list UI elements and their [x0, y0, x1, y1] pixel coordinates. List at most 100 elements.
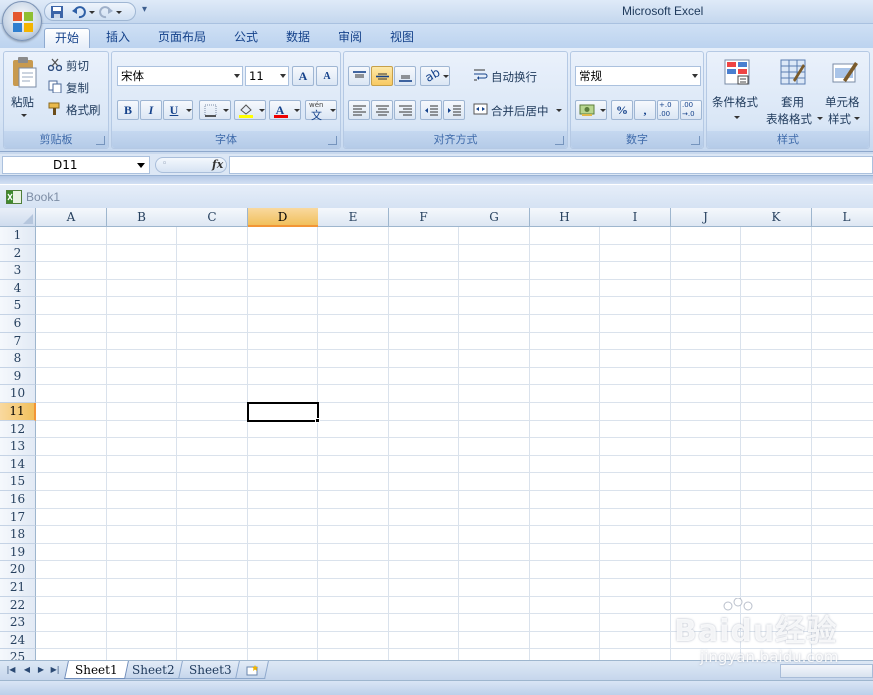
underline-button[interactable]: U [163, 100, 193, 120]
wrap-text-button[interactable]: 自动换行 [491, 69, 537, 85]
cell-styles-dropdown-icon[interactable] [854, 117, 860, 120]
sheet-tab-1[interactable]: Sheet1 [64, 661, 129, 679]
alignment-launcher-icon[interactable] [555, 136, 564, 145]
fill-color-button[interactable] [234, 100, 266, 120]
column-header[interactable]: J [670, 208, 742, 227]
bold-button[interactable]: B [117, 100, 139, 120]
column-header[interactable]: H [529, 208, 601, 227]
row-header[interactable]: 23 [0, 614, 36, 632]
column-header[interactable]: A [36, 208, 107, 227]
row-header[interactable]: 8 [0, 350, 36, 368]
select-all-button[interactable] [0, 208, 36, 227]
paste-icon[interactable] [10, 56, 38, 88]
redo-dropdown-icon[interactable] [116, 11, 122, 14]
row-header[interactable]: 11 [0, 403, 36, 421]
row-header[interactable]: 17 [0, 508, 36, 527]
row-header[interactable]: 21 [0, 579, 36, 597]
prev-sheet-icon[interactable]: ◀ [22, 664, 32, 676]
next-sheet-icon[interactable]: ▶ [36, 664, 46, 676]
format-as-table-dropdown-icon[interactable] [817, 117, 823, 120]
tab-insert[interactable]: 插入 [98, 28, 138, 48]
column-header[interactable]: G [459, 208, 530, 227]
name-box[interactable]: D11 [2, 156, 150, 174]
font-name-combo[interactable]: 宋体 [117, 66, 243, 86]
column-header[interactable]: C [177, 208, 248, 227]
column-header[interactable]: D [247, 208, 319, 227]
accounting-format-button[interactable] [575, 100, 607, 120]
row-header[interactable]: 15 [0, 473, 36, 491]
increase-indent-button[interactable] [443, 100, 465, 120]
row-header[interactable]: 9 [0, 367, 36, 386]
align-middle-button[interactable] [371, 66, 393, 86]
conditional-formatting-button[interactable]: 条件格式 [712, 94, 758, 110]
merge-center-dropdown-icon[interactable] [556, 109, 562, 112]
formula-bar-grip-icon[interactable]: ◦ [162, 159, 167, 169]
row-header[interactable]: 10 [0, 385, 36, 403]
tab-data[interactable]: 数据 [278, 28, 318, 48]
undo-dropdown-icon[interactable] [89, 11, 95, 14]
align-top-button[interactable] [348, 66, 370, 86]
tab-page-layout[interactable]: 页面布局 [150, 28, 214, 48]
column-header[interactable]: I [600, 208, 671, 227]
percent-button[interactable]: % [611, 100, 633, 120]
font-color-button[interactable]: A [269, 100, 301, 120]
row-header[interactable]: 13 [0, 438, 36, 456]
cut-button[interactable]: 剪切 [66, 58, 89, 74]
increase-decimal-button[interactable]: +.0 .00 [657, 100, 679, 120]
row-header[interactable]: 19 [0, 543, 36, 562]
row-header[interactable]: 14 [0, 455, 36, 474]
paste-button[interactable]: 粘贴 [11, 94, 34, 110]
comma-button[interactable]: , [634, 100, 656, 120]
office-button[interactable] [2, 1, 42, 41]
row-header[interactable]: 12 [0, 420, 36, 439]
first-sheet-icon[interactable]: |◀ [6, 664, 16, 676]
orientation-button[interactable]: ab [420, 65, 450, 86]
row-header[interactable]: 1 [0, 227, 36, 245]
row-header[interactable]: 7 [0, 332, 36, 351]
tab-home[interactable]: 开始 [44, 28, 90, 48]
italic-button[interactable]: I [140, 100, 162, 120]
column-header[interactable]: E [318, 208, 389, 227]
row-header[interactable]: 5 [0, 297, 36, 315]
column-header[interactable]: L [811, 208, 873, 227]
row-header[interactable]: 18 [0, 526, 36, 544]
last-sheet-icon[interactable]: ▶| [50, 664, 60, 676]
column-header[interactable]: K [741, 208, 812, 227]
tab-view[interactable]: 视图 [382, 28, 422, 48]
sheet-tab-2[interactable]: Sheet2 [121, 661, 186, 679]
formula-input[interactable] [229, 156, 873, 174]
font-size-combo[interactable]: 11 [245, 66, 289, 86]
font-launcher-icon[interactable] [328, 136, 337, 145]
align-left-button[interactable] [348, 100, 370, 120]
row-header[interactable]: 25 [0, 649, 36, 660]
column-header[interactable]: B [106, 208, 178, 227]
row-header[interactable]: 22 [0, 596, 36, 615]
customize-qat-icon[interactable]: ▾ [142, 4, 147, 15]
align-bottom-button[interactable] [394, 66, 416, 86]
conditional-dropdown-icon[interactable] [734, 116, 740, 119]
column-header[interactable]: F [388, 208, 460, 227]
borders-button[interactable] [199, 100, 231, 120]
undo-icon[interactable] [71, 4, 87, 20]
format-as-table-line1[interactable]: 套用 [781, 94, 804, 110]
decrease-decimal-button[interactable]: .00 →.0 [680, 100, 702, 120]
cell-styles-line1[interactable]: 单元格 [825, 94, 860, 110]
insert-sheet-tab[interactable] [235, 661, 269, 679]
number-format-combo[interactable]: 常规 [575, 66, 701, 86]
paste-dropdown-icon[interactable] [21, 114, 27, 117]
row-header[interactable]: 24 [0, 631, 36, 650]
sheet-tab-3[interactable]: Sheet3 [178, 661, 243, 679]
row-header[interactable]: 4 [0, 279, 36, 298]
tab-review[interactable]: 审阅 [330, 28, 370, 48]
align-center-button[interactable] [371, 100, 393, 120]
merge-center-button[interactable]: 合并后居中 [491, 103, 549, 119]
redo-icon[interactable] [98, 4, 114, 20]
grow-font-button[interactable]: A [292, 66, 314, 86]
row-header[interactable]: 3 [0, 262, 36, 280]
insert-function-button[interactable]: fx [212, 158, 223, 171]
save-icon[interactable] [49, 4, 65, 20]
worksheet-grid[interactable]: ABCDEFGHIJKL 1 2 3 4 5 6 7 8 9 10 11 12 13 14 15 16 17 18… [0, 208, 873, 660]
clipboard-launcher-icon[interactable] [96, 136, 105, 145]
horizontal-scrollbar[interactable] [780, 664, 873, 678]
shrink-font-button[interactable]: A [316, 66, 338, 86]
